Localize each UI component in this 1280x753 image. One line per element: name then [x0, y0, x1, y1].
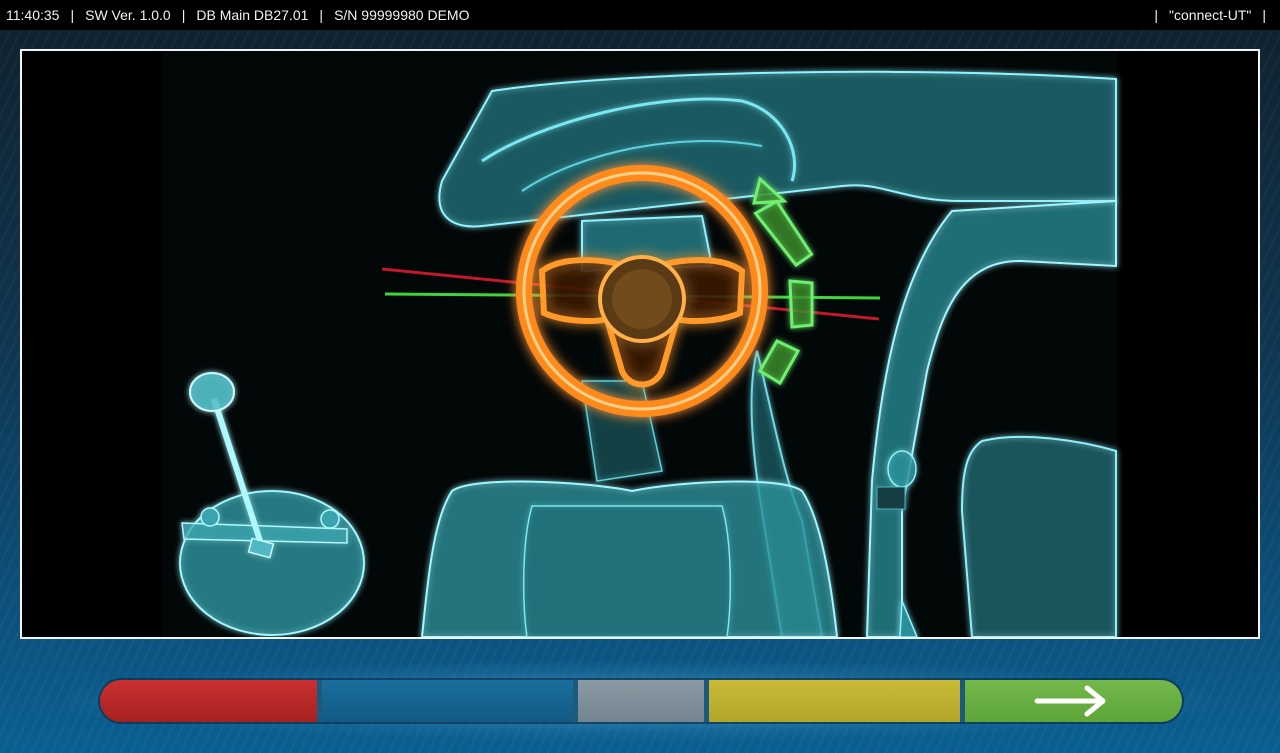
function-key-f3[interactable]: [578, 680, 709, 722]
steering-illustration: [162, 51, 1117, 637]
arrow-right-icon: [1034, 685, 1106, 717]
separator: |: [319, 7, 324, 23]
database-version: DB Main DB27.01: [196, 7, 309, 23]
seat-outline: [420, 480, 839, 637]
separator: |: [1154, 7, 1159, 23]
serial-number: S/N 99999980 DEMO: [334, 7, 470, 23]
function-key-f2[interactable]: [322, 680, 578, 722]
software-version: SW Ver. 1.0.0: [85, 7, 171, 23]
next-button[interactable]: [965, 680, 1182, 722]
function-key-bar: [100, 680, 1182, 722]
separator: |: [70, 7, 75, 23]
illustration-viewer: [20, 49, 1260, 639]
status-bar: 11:40:35 | SW Ver. 1.0.0 | DB Main DB27.01 | S…: [0, 0, 1280, 30]
connection-info: | "connect-UT" |: [1143, 0, 1266, 30]
function-key-f4[interactable]: [709, 680, 965, 722]
function-key-f1[interactable]: [100, 680, 322, 722]
separator: |: [181, 7, 186, 23]
status-info: 11:40:35 | SW Ver. 1.0.0 | DB Main DB27.01 | S…: [6, 0, 469, 30]
separator: |: [1262, 7, 1266, 23]
clock: 11:40:35: [6, 7, 60, 23]
connection-name: "connect-UT": [1169, 7, 1252, 23]
